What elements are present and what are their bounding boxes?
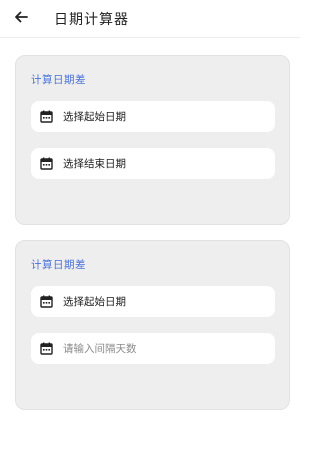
interval-days-field[interactable]	[31, 333, 275, 364]
calendar-icon	[39, 342, 53, 356]
date-difference-card: 计算日期差 选择起始日期 选择结束日期	[15, 55, 290, 225]
start-date-label: 选择起始日期	[63, 111, 126, 123]
card-title: 计算日期差	[31, 259, 86, 271]
calendar-icon	[39, 295, 53, 309]
back-button[interactable]	[10, 8, 32, 30]
card-title: 计算日期差	[31, 74, 86, 86]
end-date-label: 选择结束日期	[63, 158, 126, 170]
app-bar: 日期计算器	[0, 0, 300, 38]
end-date-picker[interactable]: 选择结束日期	[31, 148, 275, 179]
page-title: 日期计算器	[54, 12, 129, 28]
calendar-icon	[39, 110, 53, 124]
start-date-picker[interactable]: 选择起始日期	[31, 101, 275, 132]
arrow-left-icon	[13, 9, 29, 29]
interval-days-input[interactable]	[63, 342, 263, 355]
start-date-label: 选择起始日期	[63, 296, 126, 308]
start-date-picker[interactable]: 选择起始日期	[31, 286, 275, 317]
date-offset-card: 计算日期差 选择起始日期	[15, 240, 290, 410]
calendar-icon	[39, 157, 53, 171]
